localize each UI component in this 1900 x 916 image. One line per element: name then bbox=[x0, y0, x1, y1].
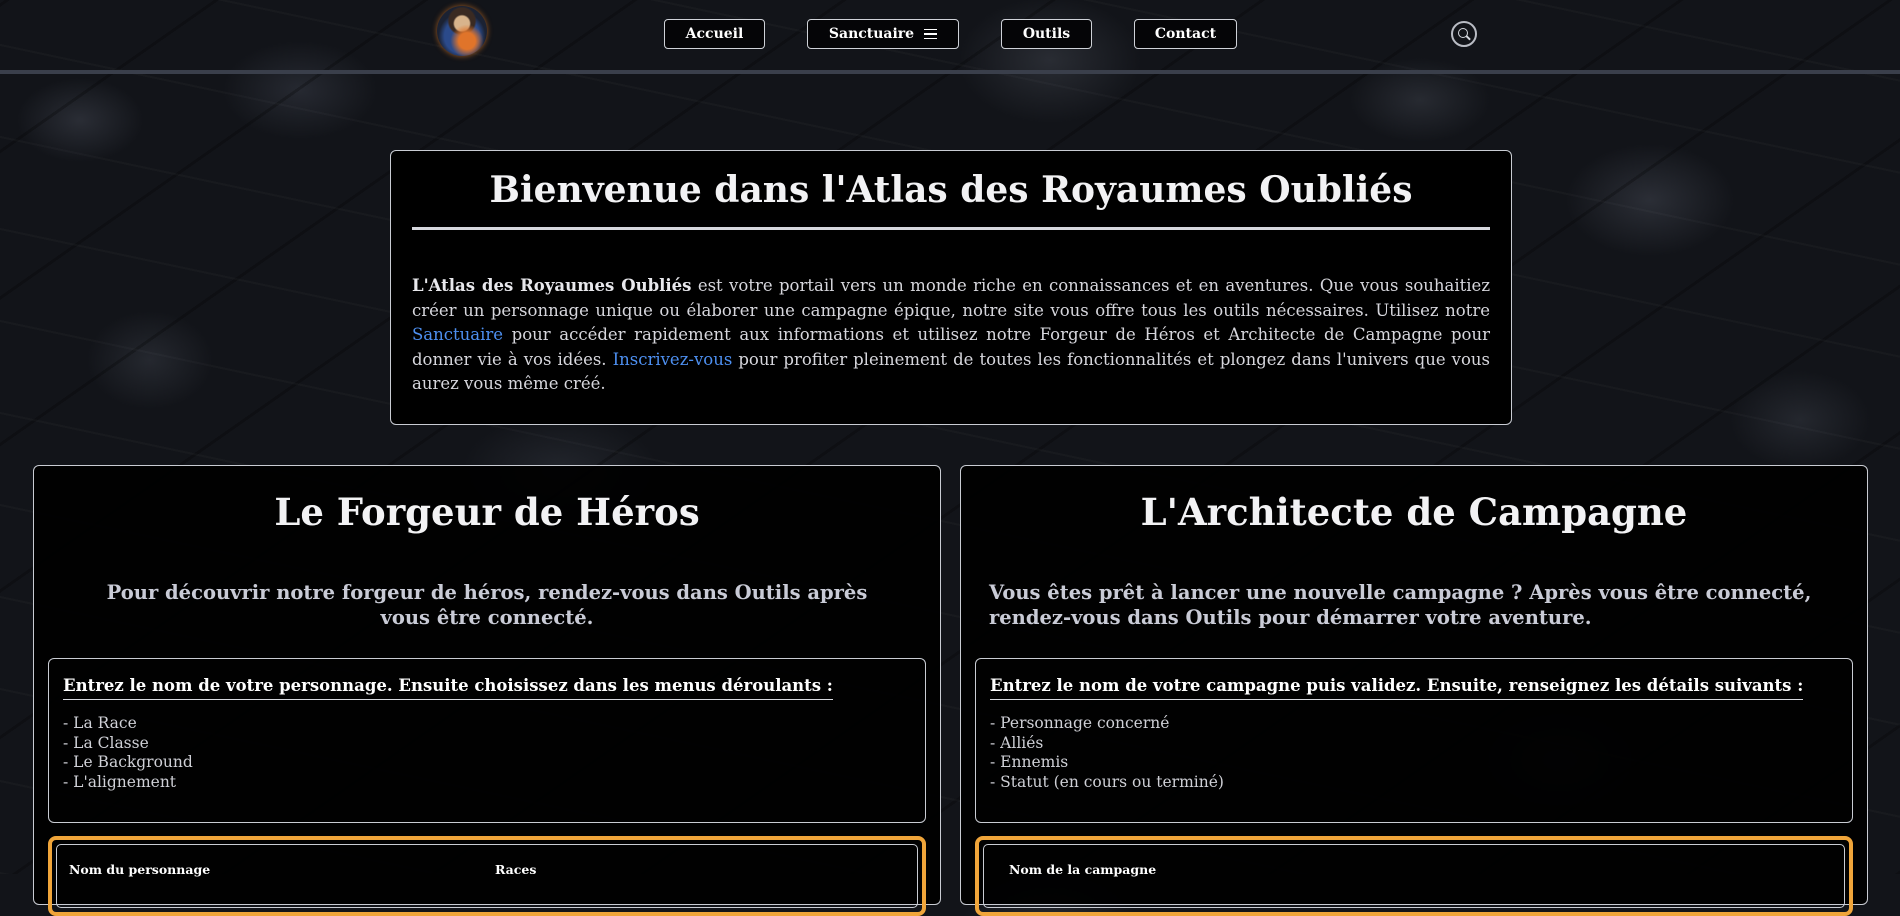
list-item: - La Race bbox=[63, 714, 137, 732]
forgeur-lead: Pour découvrir notre forgeur de héros, r… bbox=[106, 581, 868, 629]
hamburger-icon bbox=[924, 26, 938, 43]
nav-sanctuaire-label: Sanctuaire bbox=[828, 26, 915, 42]
title-divider bbox=[412, 227, 1490, 230]
site-logo[interactable] bbox=[437, 6, 487, 56]
welcome-panel: Bienvenue dans l'Atlas des Royaumes Oubl… bbox=[390, 150, 1512, 425]
character-name-label: Nom du personnage bbox=[69, 862, 211, 877]
list-item: - Le Background bbox=[63, 753, 193, 771]
welcome-title: Bienvenue dans l'Atlas des Royaumes Oubl… bbox=[489, 169, 1413, 211]
register-link[interactable]: Inscrivez-vous bbox=[613, 350, 733, 369]
campaign-name-label: Nom de la campagne bbox=[1009, 862, 1157, 877]
list-item: - Alliés bbox=[990, 733, 1044, 752]
sanctuaire-link[interactable]: Sanctuaire bbox=[412, 325, 503, 344]
forgeur-instructions-title: Entrez le nom de votre personnage. Ensui… bbox=[63, 676, 833, 700]
forgeur-card: Le Forgeur de Héros Pour découvrir notre… bbox=[33, 465, 941, 916]
welcome-text: L'Atlas des Royaumes Oubliés est votre p… bbox=[412, 274, 1490, 397]
forgeur-form-inner: Nom du personnage Races bbox=[56, 844, 918, 908]
list-item: - Personnage concerné bbox=[990, 714, 1170, 732]
architecte-title: L'Architecte de Campagne bbox=[1140, 490, 1688, 534]
navbar: Accueil Sanctuaire Outils Contact bbox=[0, 0, 1900, 74]
architecte-form: Nom de la campagne bbox=[975, 836, 1853, 916]
list-item: - La Classe bbox=[63, 733, 149, 752]
forgeur-title: Le Forgeur de Héros bbox=[274, 490, 700, 534]
nav-outils-label: Outils bbox=[1022, 26, 1071, 42]
nav-outils-button[interactable]: Outils bbox=[1001, 19, 1092, 49]
architecte-form-inner: Nom de la campagne bbox=[983, 844, 1845, 908]
nav-accueil-button[interactable]: Accueil bbox=[664, 19, 765, 49]
races-label: Races bbox=[495, 862, 537, 877]
architecte-instructions: Entrez le nom de votre campagne puis val… bbox=[975, 658, 1853, 823]
architecte-instructions-title: Entrez le nom de votre campagne puis val… bbox=[990, 676, 1804, 700]
forgeur-form: Nom du personnage Races bbox=[48, 836, 926, 916]
brand-name: L'Atlas des Royaumes Oubliés bbox=[412, 276, 692, 295]
nav-sanctuaire-button[interactable]: Sanctuaire bbox=[807, 19, 959, 49]
architecte-lead: Vous êtes prêt à lancer une nouvelle cam… bbox=[989, 581, 1812, 629]
architecte-steps-list: - Personnage concerné - Alliés - Ennemis… bbox=[990, 714, 1838, 792]
nav-contact-button[interactable]: Contact bbox=[1134, 19, 1237, 49]
forgeur-instructions: Entrez le nom de votre personnage. Ensui… bbox=[48, 658, 926, 823]
architecte-card: L'Architecte de Campagne Vous êtes prêt … bbox=[960, 465, 1868, 916]
search-icon[interactable] bbox=[1451, 21, 1477, 47]
list-item: - L'alignement bbox=[63, 772, 177, 791]
list-item: - Statut (en cours ou terminé) bbox=[990, 772, 1224, 791]
list-item: - Ennemis bbox=[990, 753, 1069, 771]
nav-accueil-label: Accueil bbox=[685, 26, 744, 42]
nav-contact-label: Contact bbox=[1154, 26, 1217, 42]
forgeur-steps-list: - La Race - La Classe - Le Background - … bbox=[63, 714, 911, 792]
